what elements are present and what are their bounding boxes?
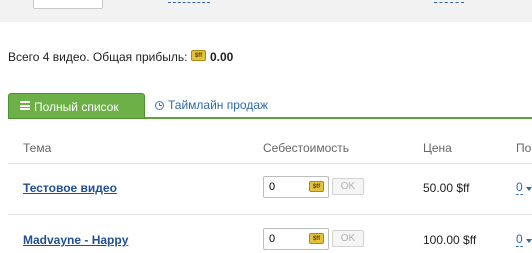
ok-button[interactable]: OK — [332, 178, 364, 195]
table-row: Madvayne - Happy 0 $ff OK 100.00 $ff 0 — [0, 228, 532, 252]
cost-input[interactable]: 0 $ff — [263, 228, 329, 250]
video-title-link[interactable]: Madvayne - Happy — [23, 233, 128, 247]
filter-input[interactable] — [33, 0, 103, 9]
header-divider — [8, 163, 532, 164]
column-header-cost: Себестоимость — [263, 141, 350, 155]
sales-count-dropdown[interactable]: 0 — [516, 233, 523, 247]
sales-count-dropdown[interactable]: 0 — [516, 181, 523, 195]
cost-input[interactable]: 0 $ff — [263, 176, 329, 198]
tabs-bar: Полный список Таймлайн продаж — [0, 93, 532, 119]
list-icon — [20, 101, 30, 110]
filter-link-secondary[interactable] — [434, 0, 464, 3]
chevron-down-icon[interactable] — [526, 239, 532, 243]
column-header-sales: По — [516, 141, 532, 155]
filter-panel — [0, 0, 532, 22]
summary-line: Всего 4 видео. Общая прибыль: $ff 0.00 — [8, 50, 233, 64]
tab-full-list-label: Полный список — [34, 100, 119, 114]
cost-value: 0 — [269, 233, 276, 245]
price-value: 100.00 $ff — [423, 233, 477, 247]
video-title-link[interactable]: Тестовое видео — [23, 181, 117, 195]
total-profit: 0.00 — [210, 50, 234, 64]
column-header-topic: Тема — [23, 141, 52, 155]
chevron-down-icon[interactable] — [526, 187, 532, 191]
tab-timeline-label: Таймлайн продаж — [168, 98, 269, 112]
clock-icon — [155, 101, 164, 110]
sff-coin-icon: $ff — [309, 181, 324, 192]
price-value: 50.00 $ff — [423, 181, 470, 195]
cost-value: 0 — [269, 181, 276, 193]
tab-sales-timeline[interactable]: Таймлайн продаж — [155, 98, 268, 112]
summary-text: Всего 4 видео. Общая прибыль: — [8, 50, 188, 64]
sff-coin-icon: $ff — [309, 233, 324, 244]
column-header-price: Цена — [423, 141, 452, 155]
row-divider — [8, 214, 532, 215]
table-row: Тестовое видео 0 $ff OK 50.00 $ff 0 — [0, 176, 532, 200]
tab-full-list[interactable]: Полный список — [8, 93, 145, 119]
sff-coin-icon: $ff — [191, 50, 206, 61]
filter-link[interactable] — [168, 0, 210, 3]
ok-button[interactable]: OK — [332, 230, 364, 247]
